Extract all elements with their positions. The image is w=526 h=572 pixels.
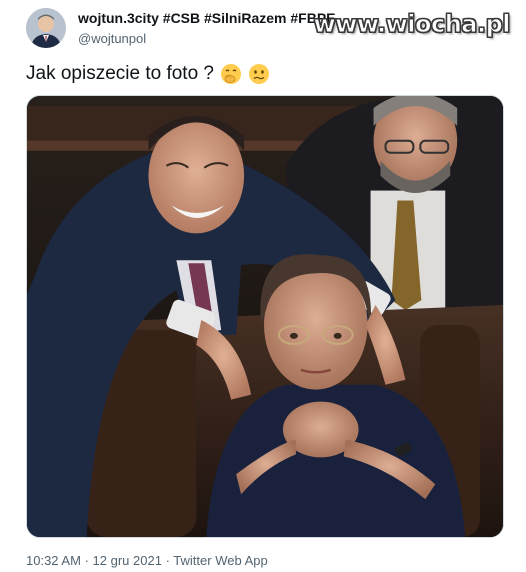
tweet-card: wojtun.3city #CSB #SilniRazem #FBPE @woj… <box>0 0 526 572</box>
user-handle[interactable]: @wojtunpol <box>78 30 336 47</box>
face-with-hand-over-mouth-icon <box>220 63 242 85</box>
display-name[interactable]: wojtun.3city #CSB #SilniRazem #FBPE <box>78 10 336 27</box>
confused-face-icon <box>248 63 270 85</box>
watermark: www.wiocha.pl <box>313 10 511 39</box>
meta-separator: · <box>165 553 170 568</box>
tweet-source[interactable]: Twitter Web App <box>173 553 267 568</box>
tweet-text: Jak opiszecie to foto ? <box>26 63 214 84</box>
avatar[interactable] <box>26 8 66 48</box>
tweet-photo[interactable] <box>26 95 504 538</box>
meta-separator: · <box>84 553 89 568</box>
photo-image <box>27 96 503 537</box>
tweet-time[interactable]: 10:32 AM <box>26 553 81 568</box>
tweet-meta: 10:32 AM · 12 gru 2021 · Twitter Web App <box>26 553 268 569</box>
avatar-image <box>26 8 66 48</box>
tweet-header: wojtun.3city #CSB #SilniRazem #FBPE @woj… <box>78 10 336 47</box>
tweet-date[interactable]: 12 gru 2021 <box>93 553 162 568</box>
tweet-text-row: Jak opiszecie to foto ? <box>26 62 270 86</box>
